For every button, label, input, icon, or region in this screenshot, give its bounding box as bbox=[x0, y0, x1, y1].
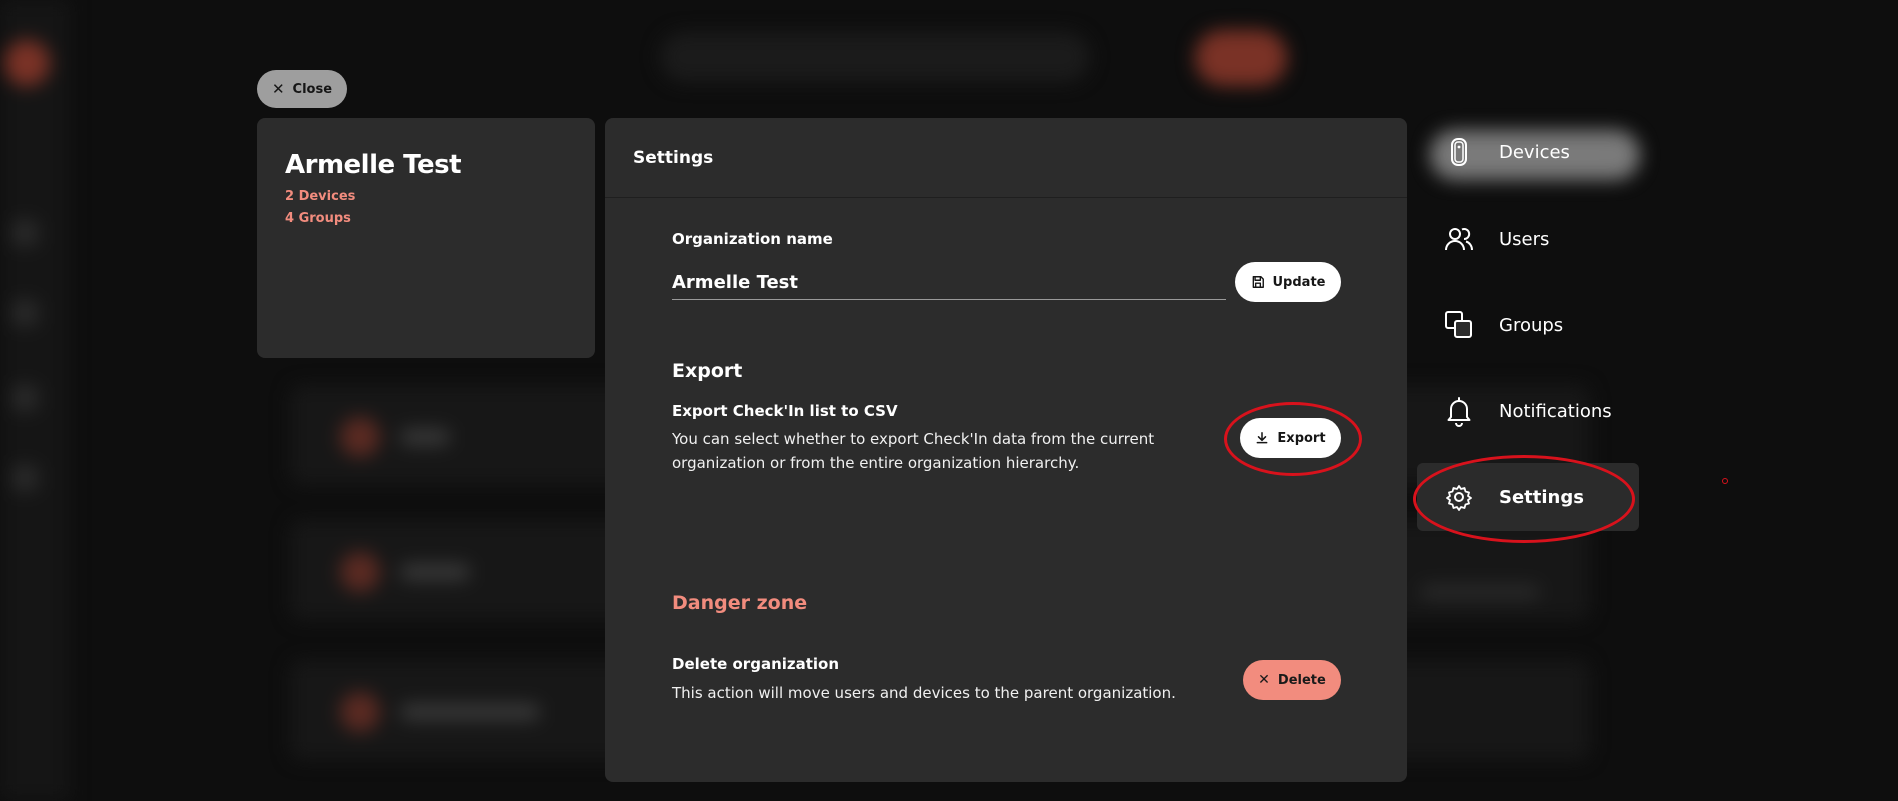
update-button[interactable]: Update bbox=[1235, 262, 1341, 302]
export-section-title: Export bbox=[672, 360, 743, 382]
bg-logo bbox=[4, 40, 50, 86]
close-button-label: Close bbox=[292, 81, 333, 97]
bg-card-avatar bbox=[340, 417, 380, 457]
close-button[interactable]: ✕ Close bbox=[257, 70, 347, 108]
close-icon: ✕ bbox=[271, 80, 285, 98]
export-button-label: Export bbox=[1277, 430, 1326, 446]
organization-name-label: Organization name bbox=[672, 230, 833, 248]
save-icon bbox=[1252, 276, 1264, 288]
delete-button[interactable]: ✕ Delete bbox=[1243, 660, 1341, 700]
bg-search-bar bbox=[660, 32, 1090, 82]
danger-zone-title: Danger zone bbox=[672, 592, 808, 614]
bg-card-text bbox=[400, 429, 450, 445]
organization-name-input[interactable] bbox=[672, 266, 1226, 300]
organization-stats: 2 Devices 4 Groups bbox=[285, 186, 567, 230]
download-icon bbox=[1256, 431, 1268, 444]
users-icon bbox=[1445, 228, 1473, 251]
bell-icon bbox=[1447, 397, 1471, 427]
nav-label-settings: Settings bbox=[1499, 486, 1584, 508]
organization-card: Armelle Test 2 Devices 4 Groups bbox=[257, 118, 595, 358]
nav-label-notifications: Notifications bbox=[1499, 400, 1612, 422]
bg-sidebar bbox=[0, 0, 70, 801]
organization-title: Armelle Test bbox=[285, 150, 462, 180]
gear-icon bbox=[1446, 485, 1472, 511]
settings-panel: Settings Organization name Update Export… bbox=[605, 118, 1407, 782]
nav-item-devices[interactable]: Devices bbox=[1417, 118, 1639, 186]
bg-sidebar-icon bbox=[12, 385, 38, 411]
nav-item-groups[interactable]: Groups bbox=[1417, 291, 1639, 359]
device-icon bbox=[1451, 138, 1467, 166]
nav-item-users[interactable]: Users bbox=[1417, 205, 1639, 273]
update-button-label: Update bbox=[1272, 274, 1326, 290]
bg-sidebar-icon bbox=[12, 300, 38, 326]
bg-card-text bbox=[1420, 585, 1540, 599]
bg-card-avatar bbox=[340, 692, 380, 732]
bg-top-button bbox=[1195, 30, 1287, 86]
groups-icon bbox=[1445, 311, 1472, 338]
bg-card-text bbox=[400, 704, 540, 720]
export-csv-subtitle: Export Check'In list to CSV bbox=[672, 402, 898, 420]
devices-count-link[interactable]: 2 Devices bbox=[285, 186, 567, 208]
groups-count-link[interactable]: 4 Groups bbox=[285, 208, 567, 230]
nav-label-devices: Devices bbox=[1499, 141, 1570, 163]
delete-description: This action will move users and devices … bbox=[672, 684, 1176, 702]
delete-x-icon: ✕ bbox=[1258, 672, 1270, 688]
settings-panel-title: Settings bbox=[605, 118, 1407, 198]
nav-item-notifications[interactable]: Notifications bbox=[1417, 377, 1639, 445]
export-description: You can select whether to export Check'I… bbox=[672, 430, 1155, 472]
bg-card-text bbox=[400, 564, 470, 580]
bg-sidebar-icon bbox=[12, 465, 38, 491]
nav-label-groups: Groups bbox=[1499, 314, 1564, 336]
nav-item-settings[interactable]: Settings bbox=[1417, 463, 1639, 531]
bg-sidebar-icon bbox=[12, 220, 38, 246]
delete-button-label: Delete bbox=[1277, 672, 1326, 688]
nav-label-users: Users bbox=[1499, 228, 1550, 250]
bg-card-avatar bbox=[340, 552, 380, 592]
export-button[interactable]: Export bbox=[1240, 418, 1341, 458]
delete-organization-subtitle: Delete organization bbox=[672, 655, 840, 673]
app-stage: ✕ Close Armelle Test 2 Devices 4 Groups … bbox=[0, 0, 1898, 801]
annotation-dot bbox=[1722, 478, 1728, 484]
